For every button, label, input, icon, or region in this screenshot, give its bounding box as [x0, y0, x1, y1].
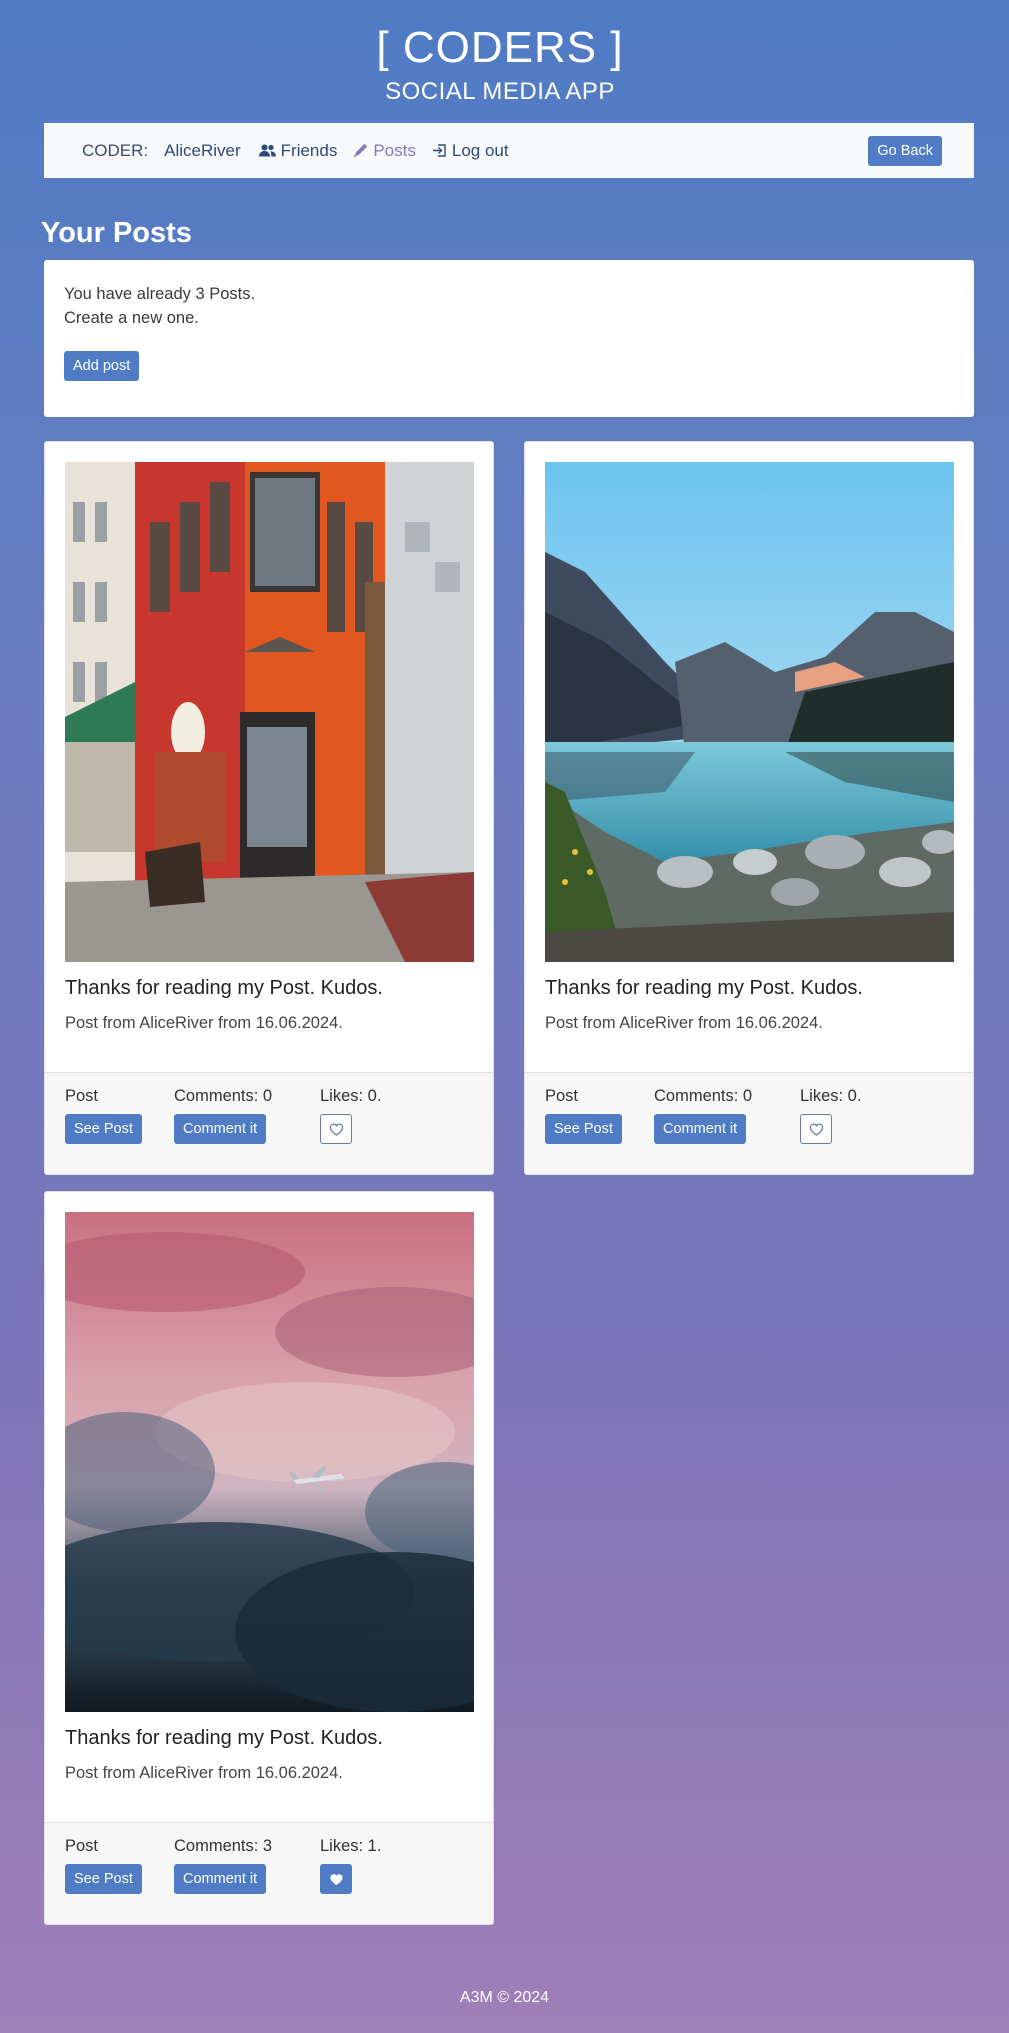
- post-title: Thanks for reading my Post. Kudos.: [65, 1727, 383, 1749]
- post-title: Thanks for reading my Post. Kudos.: [545, 977, 863, 999]
- like-button[interactable]: [800, 1114, 832, 1144]
- comments-count: Comments: 0: [654, 1087, 753, 1105]
- posts-info-card: You have already 3 Posts. Create a new o…: [44, 260, 974, 417]
- navbar: CODER: AliceRiver Friends Posts Log out …: [44, 123, 974, 178]
- like-button[interactable]: [320, 1114, 352, 1144]
- post-meta: Post from AliceRiver from 16.06.2024.: [65, 1014, 343, 1032]
- page-title: Your Posts: [41, 217, 192, 249]
- coder-label: CODER:: [82, 140, 149, 160]
- nav-friends-link[interactable]: Friends: [258, 140, 338, 161]
- comment-it-button[interactable]: Comment it: [174, 1114, 267, 1144]
- post-footer: Post See Post Comments: 0 Comment it Lik…: [525, 1072, 973, 1174]
- pencil-icon: [353, 143, 368, 158]
- nav-links: CODER: AliceRiver Friends Posts Log out: [82, 141, 525, 161]
- page-footer: A3M © 2024: [459, 1989, 550, 2006]
- posts-count-text: You have already 3 Posts.: [64, 285, 256, 303]
- heart-outline-icon: [329, 1123, 343, 1136]
- post-label: Post: [65, 1087, 99, 1105]
- post-label: Post: [545, 1087, 579, 1105]
- likes-count: Likes: 0.: [320, 1087, 382, 1105]
- go-back-button[interactable]: Go Back: [868, 135, 942, 166]
- brand-subtitle: SOCIAL MEDIA APP: [385, 78, 615, 105]
- post-image[interactable]: [65, 462, 474, 962]
- post-image[interactable]: [65, 1212, 474, 1712]
- heart-outline-icon: [809, 1123, 823, 1136]
- post-label: Post: [65, 1837, 99, 1855]
- post-title: Thanks for reading my Post. Kudos.: [65, 977, 383, 999]
- like-button[interactable]: [320, 1864, 352, 1894]
- post-card: Thanks for reading my Post. Kudos. Post …: [44, 1191, 494, 1925]
- nav-logout-label: Log out: [451, 140, 509, 160]
- comments-count: Comments: 0: [174, 1087, 273, 1105]
- likes-count: Likes: 1.: [320, 1837, 382, 1855]
- brand-title: [ CODERS ]: [376, 23, 624, 72]
- app-header: [ CODERS ] SOCIAL MEDIA APP: [0, 22, 1000, 108]
- post-meta: Post from AliceRiver from 16.06.2024.: [545, 1014, 823, 1032]
- comments-count: Comments: 3: [174, 1837, 273, 1855]
- nav-username-link[interactable]: AliceRiver: [164, 141, 241, 161]
- post-footer: Post See Post Comments: 3 Comment it Lik…: [45, 1822, 493, 1924]
- add-post-button[interactable]: Add post: [64, 351, 140, 381]
- heart-filled-icon: [329, 1873, 343, 1885]
- logout-icon: [432, 143, 447, 158]
- post-image[interactable]: [545, 462, 954, 962]
- see-post-button[interactable]: See Post: [65, 1864, 142, 1894]
- post-card: Thanks for reading my Post. Kudos. Post …: [44, 441, 494, 1175]
- post-card: Thanks for reading my Post. Kudos. Post …: [524, 441, 974, 1175]
- likes-count: Likes: 0.: [800, 1087, 862, 1105]
- users-icon: [258, 144, 276, 157]
- see-post-button[interactable]: See Post: [545, 1114, 622, 1144]
- nav-logout-link[interactable]: Log out: [432, 141, 509, 161]
- comment-it-button[interactable]: Comment it: [654, 1114, 747, 1144]
- see-post-button[interactable]: See Post: [65, 1114, 142, 1144]
- post-footer: Post See Post Comments: 0 Comment it Lik…: [45, 1072, 493, 1174]
- nav-posts-link[interactable]: Posts: [353, 141, 416, 161]
- nav-friends-label: Friends: [280, 140, 338, 160]
- nav-posts-label: Posts: [373, 140, 416, 160]
- comment-it-button[interactable]: Comment it: [174, 1864, 267, 1894]
- post-meta: Post from AliceRiver from 16.06.2024.: [65, 1764, 343, 1782]
- create-new-text: Create a new one.: [64, 309, 199, 327]
